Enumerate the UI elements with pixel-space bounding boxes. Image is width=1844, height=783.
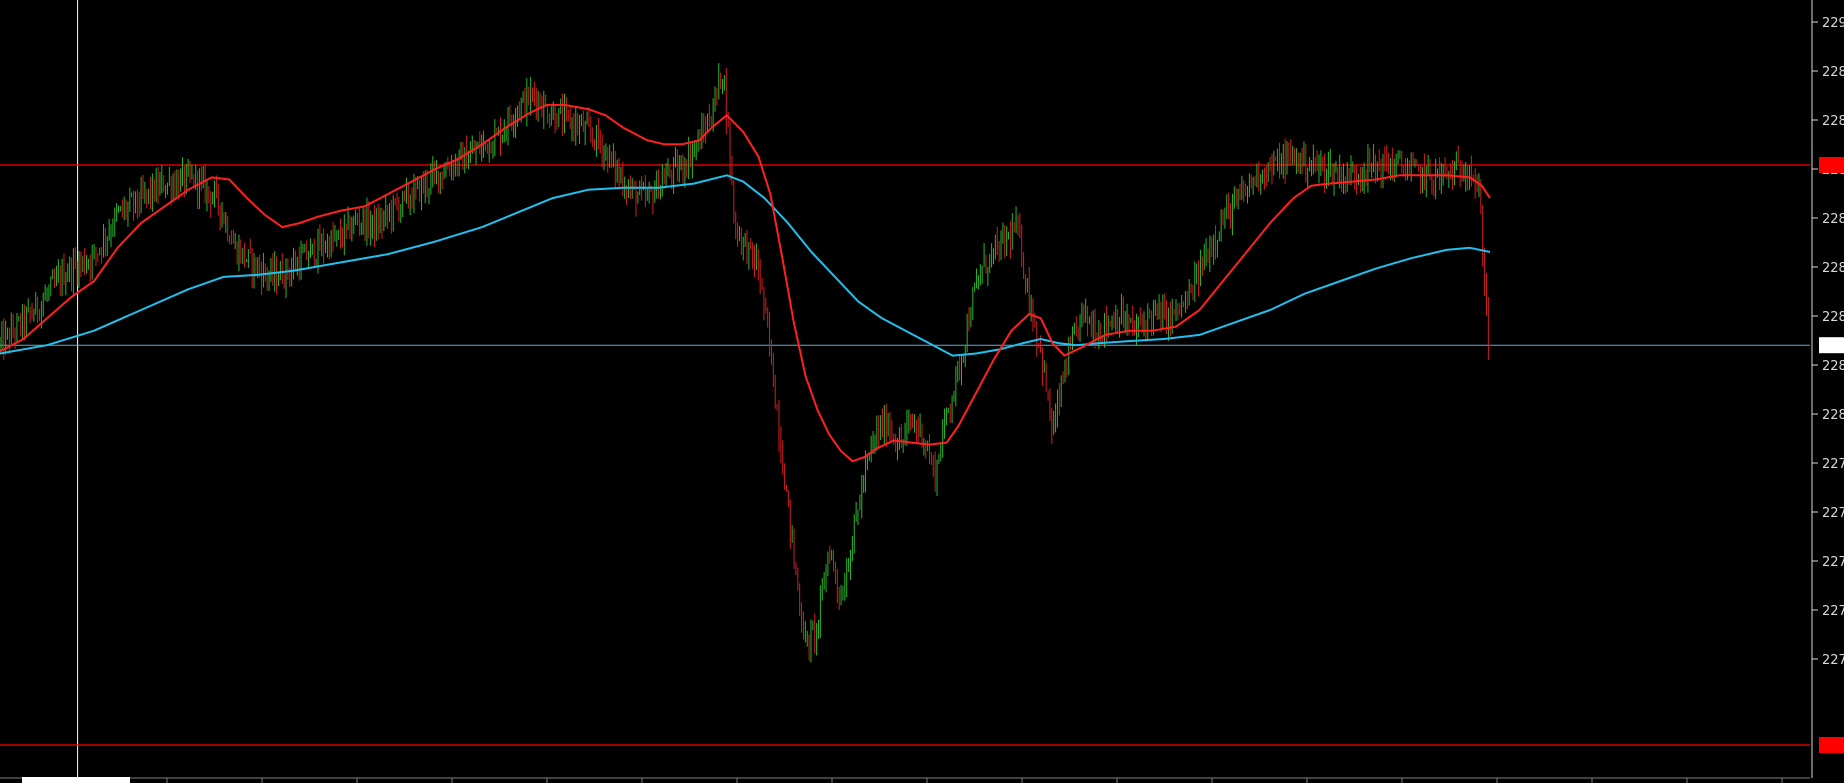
y-tick-label: 227 (1822, 604, 1844, 619)
y-tick-label: 228 (1822, 359, 1844, 374)
y-tick-label: 227 (1822, 555, 1844, 570)
y-tick-label: 228 (1822, 212, 1844, 227)
y-tick-label: 228 (1822, 65, 1844, 80)
fast-moving-average-line (0, 103, 1491, 463)
y-tick-label: 227 (1822, 506, 1844, 521)
y-tick-label: 228 (1822, 310, 1844, 325)
y-tick-label: 227 (1822, 457, 1844, 472)
price-chart[interactable]: 2292282282282282282282282282272272272272… (0, 0, 1844, 783)
y-tick-label: 227 (1822, 653, 1844, 668)
y-tick-label: 229 (1822, 16, 1844, 31)
lower-level-price-tag (1819, 737, 1844, 754)
y-tick-label: 228 (1822, 408, 1844, 423)
y-tick-label: 228 (1822, 261, 1844, 276)
time-cursor-tag (22, 777, 130, 783)
upper-level-price-tag (1819, 156, 1844, 173)
y-tick-label: 228 (1822, 114, 1844, 129)
slow-moving-average-line (0, 174, 1491, 357)
current-price-tag (1819, 337, 1844, 354)
chart-canvas[interactable]: 2292282282282282282282282282272272272272… (0, 0, 1844, 783)
